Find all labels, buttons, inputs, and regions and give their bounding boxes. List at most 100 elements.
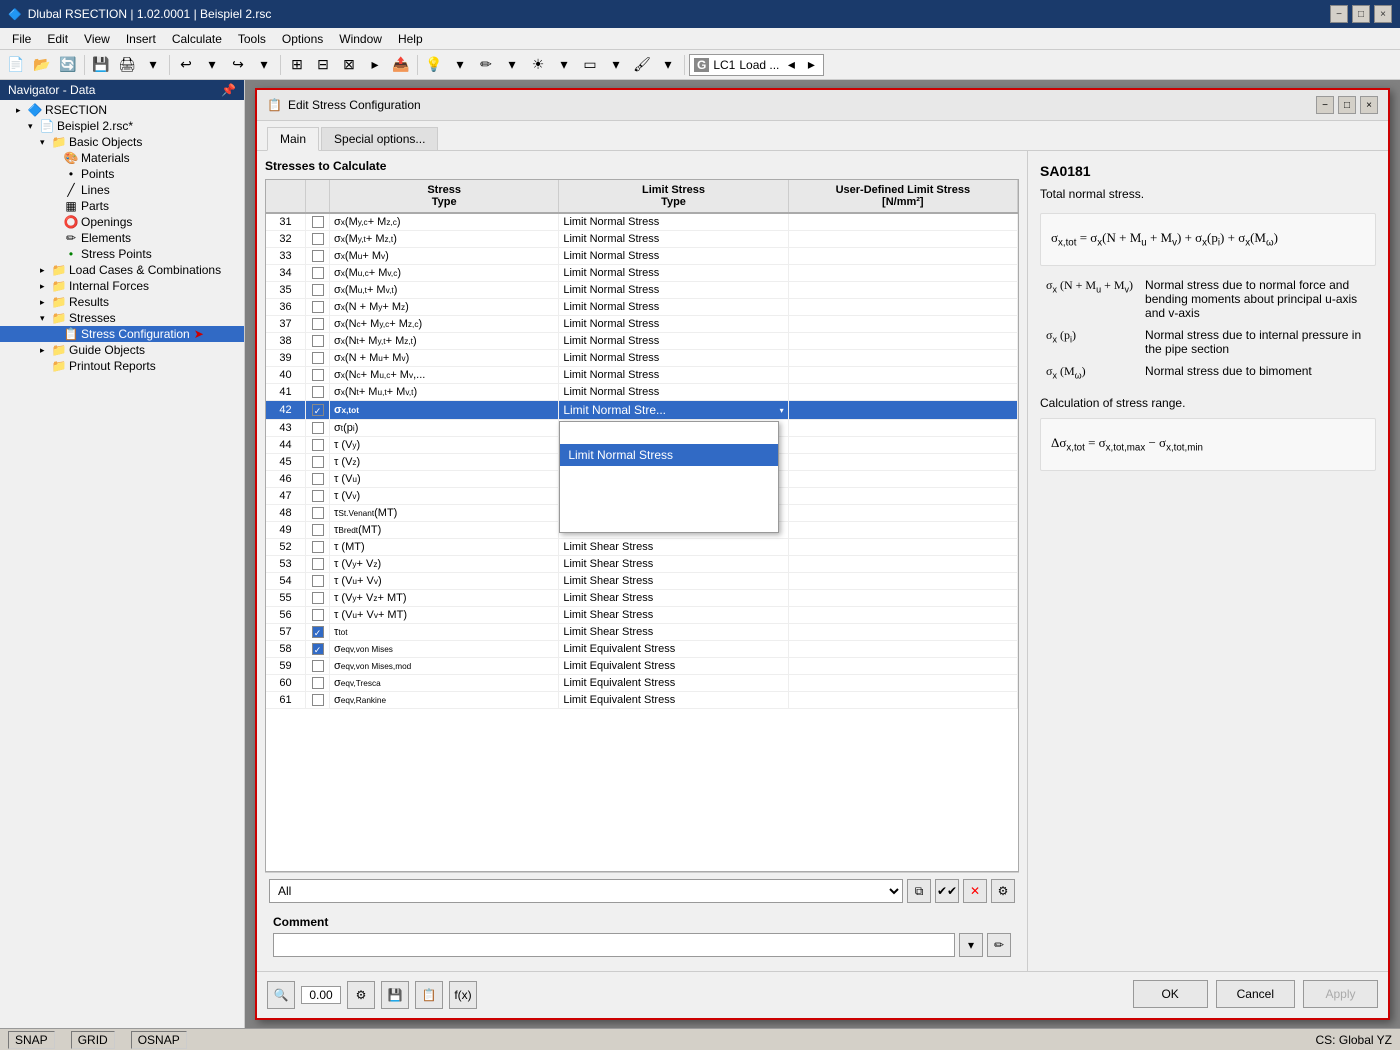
tool-btn2[interactable]: 💾	[381, 981, 409, 1009]
menu-file[interactable]: File	[4, 30, 39, 48]
status-grid[interactable]: GRID	[71, 1031, 115, 1049]
comment-edit-btn[interactable]: ✏	[987, 933, 1011, 957]
checkbox-32[interactable]	[312, 233, 324, 245]
checkbox-33[interactable]	[312, 250, 324, 262]
cancel-button[interactable]: Cancel	[1216, 980, 1295, 1008]
table3-btn[interactable]: ⊠	[337, 53, 361, 77]
menu-options[interactable]: Options	[274, 30, 331, 48]
tab-special[interactable]: Special options...	[321, 127, 438, 150]
tool-btn3[interactable]: 📋	[415, 981, 443, 1009]
nav-lines[interactable]: ╱ Lines	[0, 182, 244, 198]
checkbox-56[interactable]	[312, 609, 324, 621]
checkbox-44[interactable]	[312, 439, 324, 451]
lc-next[interactable]: ▸	[803, 53, 819, 77]
table-row[interactable]: 39 σx (N + Mu + Mv) Limit Normal Stress	[266, 350, 1018, 367]
lc-prev[interactable]: ◂	[783, 53, 799, 77]
checkbox-55[interactable]	[312, 592, 324, 604]
checkbox-48[interactable]	[312, 507, 324, 519]
print-btn[interactable]: 🖨	[115, 53, 139, 77]
search-btn[interactable]: 🔍	[267, 981, 295, 1009]
tool-btn4[interactable]: f(x)	[449, 981, 477, 1009]
nav-basic-objects[interactable]: ▾ 📁 Basic Objects	[0, 134, 244, 150]
checkbox-35[interactable]	[312, 284, 324, 296]
table-row[interactable]: 32 σx (My,t + Mz,t) Limit Normal Stress	[266, 231, 1018, 248]
nav-guide-objects[interactable]: ▸ 📁 Guide Objects	[0, 342, 244, 358]
checkbox-40[interactable]	[312, 369, 324, 381]
table-row[interactable]: 54 τ (Vu + Vv) Limit Shear Stress	[266, 573, 1018, 590]
nav-stresses[interactable]: ▾ 📁 Stresses	[0, 310, 244, 326]
checkbox-54[interactable]	[312, 575, 324, 587]
save-btn[interactable]: 💾	[89, 53, 113, 77]
comment-input[interactable]	[273, 933, 955, 957]
table-row[interactable]: 53 τ (Vy + Vz) Limit Shear Stress	[266, 556, 1018, 573]
light2-btn[interactable]: ▾	[448, 53, 472, 77]
check-all-btn[interactable]: ✔✔	[935, 879, 959, 903]
menu-insert[interactable]: Insert	[118, 30, 164, 48]
nav-points[interactable]: • Points	[0, 166, 244, 182]
checkbox-37[interactable]	[312, 318, 324, 330]
tool-btn1[interactable]: ⚙	[347, 981, 375, 1009]
table-row[interactable]: 55 τ (Vy + Vz + MT) Limit Shear Stress	[266, 590, 1018, 607]
checkbox-43[interactable]	[312, 422, 324, 434]
sun2-btn[interactable]: ▾	[552, 53, 576, 77]
checkbox-42[interactable]	[312, 404, 324, 416]
checkbox-57[interactable]	[312, 626, 324, 638]
status-osnap[interactable]: OSNAP	[131, 1031, 187, 1049]
delete-btn[interactable]: ✕	[963, 879, 987, 903]
maximize-btn[interactable]: □	[1352, 5, 1370, 23]
checkbox-53[interactable]	[312, 558, 324, 570]
sun-btn[interactable]: ☀	[526, 53, 550, 77]
table-row[interactable]: 36 σx (N + My + Mz) Limit Normal Stress	[266, 299, 1018, 316]
table-row[interactable]: 59 σeqv,von Mises,mod Limit Equivalent S…	[266, 658, 1018, 675]
option-limit-shear[interactable]: Limit Shear Stress	[560, 466, 778, 488]
print2-btn[interactable]: ▾	[141, 53, 165, 77]
brush-btn[interactable]: 🖌	[630, 53, 654, 77]
checkbox-61[interactable]	[312, 694, 324, 706]
dialog-close[interactable]: ×	[1360, 96, 1378, 114]
table-row[interactable]: 38 σx (Nt + My,t + Mz,t) Limit Normal St…	[266, 333, 1018, 350]
checkbox-47[interactable]	[312, 490, 324, 502]
dialog-maximize[interactable]: □	[1338, 96, 1356, 114]
option-limit-normal[interactable]: Limit Normal Stress	[560, 444, 778, 466]
dropdown-menu-42[interactable]: None Limit Normal Stress Limit Shear Str…	[559, 421, 779, 533]
table-row[interactable]: 34 σx (Mu,c + Mv,c) Limit Normal Stress	[266, 265, 1018, 282]
checkbox-52[interactable]	[312, 541, 324, 553]
close-btn[interactable]: ×	[1374, 5, 1392, 23]
dialog-minimize[interactable]: −	[1316, 96, 1334, 114]
checkbox-31[interactable]	[312, 216, 324, 228]
checkbox-60[interactable]	[312, 677, 324, 689]
table-row[interactable]: 58 σeqv,von Mises Limit Equivalent Stres…	[266, 641, 1018, 658]
option-limit-equivalent[interactable]: Limit Equivalent Stress	[560, 488, 778, 510]
settings-btn[interactable]: ⚙	[991, 879, 1015, 903]
checkbox-38[interactable]	[312, 335, 324, 347]
checkbox-45[interactable]	[312, 456, 324, 468]
checkbox-59[interactable]	[312, 660, 324, 672]
menu-calculate[interactable]: Calculate	[164, 30, 230, 48]
nav-load-cases[interactable]: ▸ 📁 Load Cases & Combinations	[0, 262, 244, 278]
status-snap[interactable]: SNAP	[8, 1031, 55, 1049]
nav-beispiel[interactable]: ▾ 📄 Beispiel 2.rsc*	[0, 118, 244, 134]
nav-stress-config[interactable]: 📋 Stress Configuration ➤	[0, 326, 244, 342]
rect2-btn[interactable]: ▾	[604, 53, 628, 77]
table-btn[interactable]: ⊞	[285, 53, 309, 77]
option-user[interactable]: User	[560, 510, 778, 532]
table-row[interactable]: 37 σx (Nc + My,c + Mz,c) Limit Normal St…	[266, 316, 1018, 333]
checkbox-46[interactable]	[312, 473, 324, 485]
table-row[interactable]: 33 σx (Mu + Mv) Limit Normal Stress	[266, 248, 1018, 265]
table-row[interactable]: 31 σx (My,c + Mz,c) Limit Normal Stress	[266, 214, 1018, 231]
menu-help[interactable]: Help	[390, 30, 431, 48]
ok-button[interactable]: OK	[1133, 980, 1208, 1008]
nav-materials[interactable]: 🎨 Materials	[0, 150, 244, 166]
nav-openings[interactable]: ⭕ Openings	[0, 214, 244, 230]
table4-btn[interactable]: ▸	[363, 53, 387, 77]
pen2-btn[interactable]: ▾	[500, 53, 524, 77]
table-row[interactable]: 57 τtot Limit Shear Stress	[266, 624, 1018, 641]
table-row[interactable]: 41 σx (Nt + Mu,t + Mv,t) Limit Normal St…	[266, 384, 1018, 401]
table-row[interactable]: 35 σx (Mu,t + Mv,t) Limit Normal Stress	[266, 282, 1018, 299]
undo-btn[interactable]: ↩	[174, 53, 198, 77]
redo2-btn[interactable]: ▾	[252, 53, 276, 77]
table-row[interactable]: 60 σeqv,Tresca Limit Equivalent Stress	[266, 675, 1018, 692]
checkbox-49[interactable]	[312, 524, 324, 536]
table-row[interactable]: 40 σx (Nc + Mu,c + Mv,... Limit Normal S…	[266, 367, 1018, 384]
table-row[interactable]: 56 τ (Vu + Vv + MT) Limit Shear Stress	[266, 607, 1018, 624]
